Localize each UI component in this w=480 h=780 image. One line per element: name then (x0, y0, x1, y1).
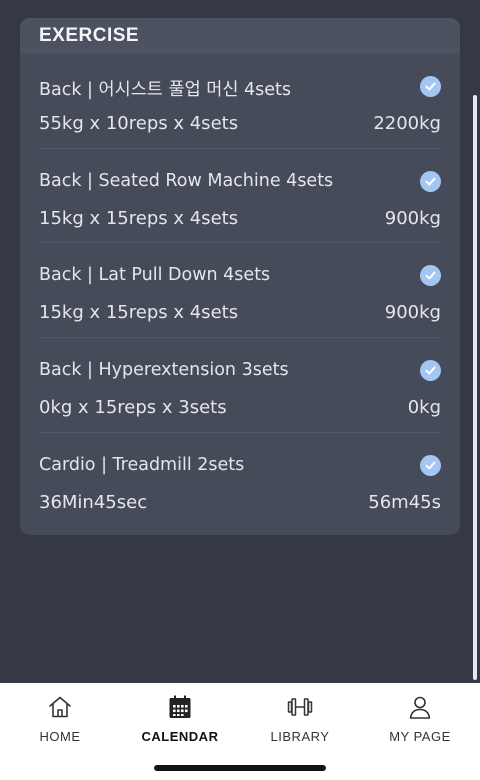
exercise-detail: 55kg x 10reps x 4sets (39, 113, 239, 134)
exercise-item[interactable]: Cardio | Treadmill 2sets 36Min45sec 56m4… (39, 433, 441, 528)
exercise-title: Cardio | Treadmill 2sets (39, 454, 245, 475)
section-title: EXERCISE (39, 25, 140, 46)
tab-my-page[interactable]: MY PAGE (360, 683, 480, 780)
exercise-total: 900kg (384, 302, 441, 324)
check-icon[interactable] (420, 265, 441, 287)
exercise-item[interactable]: Back | Lat Pull Down 4sets 15kg x 15reps… (39, 243, 441, 339)
home-indicator (154, 765, 326, 771)
tab-home-label: HOME (39, 729, 81, 744)
calendar-icon (169, 695, 191, 718)
exercise-item[interactable]: Back | Hyperextension 3sets 0kg x 15reps… (39, 338, 441, 433)
exercise-title: Back | Lat Pull Down 4sets (39, 265, 271, 286)
exercise-total: 900kg (384, 207, 441, 229)
exercise-total: 56m45s (368, 491, 441, 513)
user-icon (409, 696, 431, 719)
tab-calendar-label: CALENDAR (141, 729, 219, 744)
check-icon[interactable] (420, 454, 441, 476)
exercise-total: 2200kg (373, 113, 441, 134)
section-header: EXERCISE (20, 18, 460, 54)
exercise-item[interactable]: Back | Seated Row Machine 4sets 15kg x 1… (39, 149, 441, 244)
tab-home[interactable]: HOME (0, 683, 120, 780)
tab-my-page-label: MY PAGE (389, 729, 451, 744)
scrollbar[interactable] (473, 95, 477, 680)
home-icon (49, 696, 71, 718)
exercise-detail: 15kg x 15reps x 4sets (39, 302, 239, 324)
exercise-title: Back | Seated Row Machine 4sets (39, 170, 334, 191)
check-icon[interactable] (420, 360, 441, 382)
exercise-title: Back | 어시스트 풀업 머신 4sets (39, 80, 291, 100)
exercise-card: EXERCISE Back | 어시스트 풀업 머신 4sets 55kg x … (20, 18, 460, 535)
check-icon[interactable] (420, 170, 441, 192)
exercise-total: 0kg (407, 397, 441, 419)
check-icon[interactable] (420, 76, 441, 97)
exercise-detail: 15kg x 15reps x 4sets (39, 207, 239, 229)
exercise-detail: 0kg x 15reps x 3sets (39, 397, 227, 419)
dumbbell-icon (287, 698, 313, 716)
tab-library-label: LIBRARY (270, 729, 330, 744)
exercise-title: Back | Hyperextension 3sets (39, 360, 289, 381)
exercise-item[interactable]: Back | 어시스트 풀업 머신 4sets 55kg x 10reps x … (39, 54, 441, 149)
exercise-detail: 36Min45sec (39, 491, 148, 513)
